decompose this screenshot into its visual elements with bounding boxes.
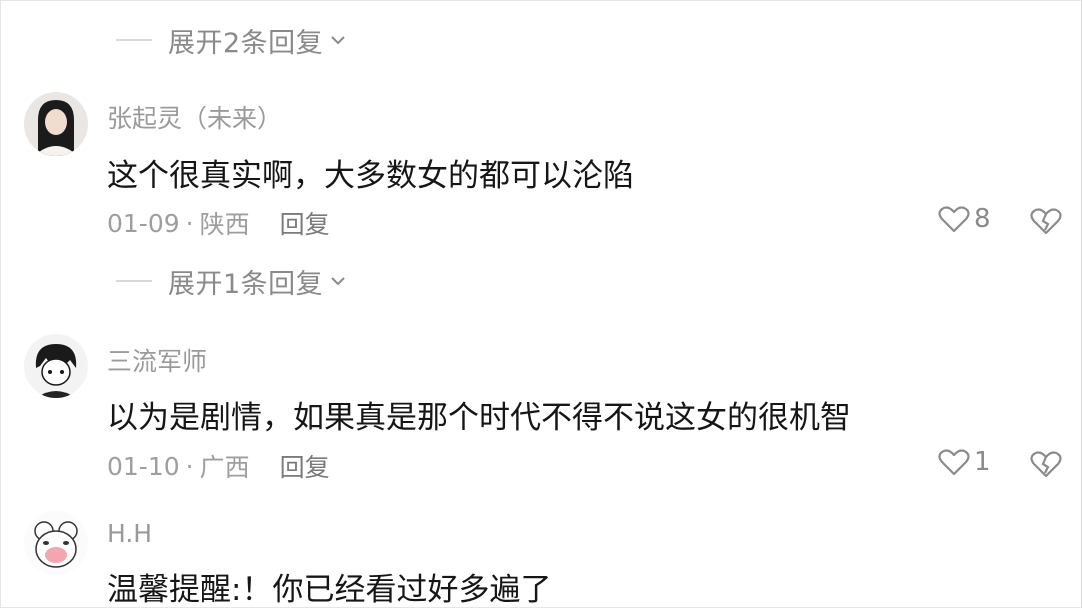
expand-replies-button[interactable]: 展开2条回复 [116,20,347,60]
chevron-down-icon [331,277,345,286]
comment-date: 01-10 [107,451,180,481]
reply-button[interactable]: 回复 [280,205,330,241]
expand-replies-label: 展开1条回复 [168,268,324,300]
avatar[interactable] [24,334,88,398]
expand-replies-button[interactable]: 展开1条回复 [116,261,347,301]
heart-outline-icon [938,449,970,476]
like-button[interactable]: 8 [938,204,991,234]
meta-separator: · [185,451,194,481]
comment-text: 以为是剧情，如果真是那个时代不得不说这女的很机智 [107,400,851,436]
like-count: 1 [974,447,991,477]
expand-replies-label: 展开2条回复 [168,27,324,59]
username[interactable]: 三流军师 [107,342,207,378]
username[interactable]: 张起灵（未来） [107,99,282,135]
comment-text: 这个很真实啊，大多数女的都可以沦陷 [107,158,634,194]
comment-date: 01-09 [107,208,180,238]
comment-meta: 01-10 · 广西 回复 [107,448,330,484]
like-button[interactable]: 1 [938,447,991,477]
chevron-down-icon [331,36,345,45]
broken-heart-icon[interactable] [1030,449,1062,479]
meta-separator: · [185,208,194,238]
avatar[interactable] [24,511,88,575]
divider-line [116,280,152,282]
comment-meta: 01-09 · 陕西 回复 [107,205,330,241]
username[interactable]: H.H [107,519,152,548]
comment-text: 温馨提醒:！你已经看过好多遍了 [107,572,552,608]
reply-button[interactable]: 回复 [280,448,330,484]
broken-heart-icon[interactable] [1030,206,1062,236]
avatar[interactable] [24,92,88,156]
comment-location: 陕西 [199,210,250,239]
heart-outline-icon [938,206,970,233]
comment-panel [0,0,1082,608]
like-count: 8 [974,204,991,234]
divider-line [116,39,152,41]
comment-location: 广西 [199,453,250,482]
